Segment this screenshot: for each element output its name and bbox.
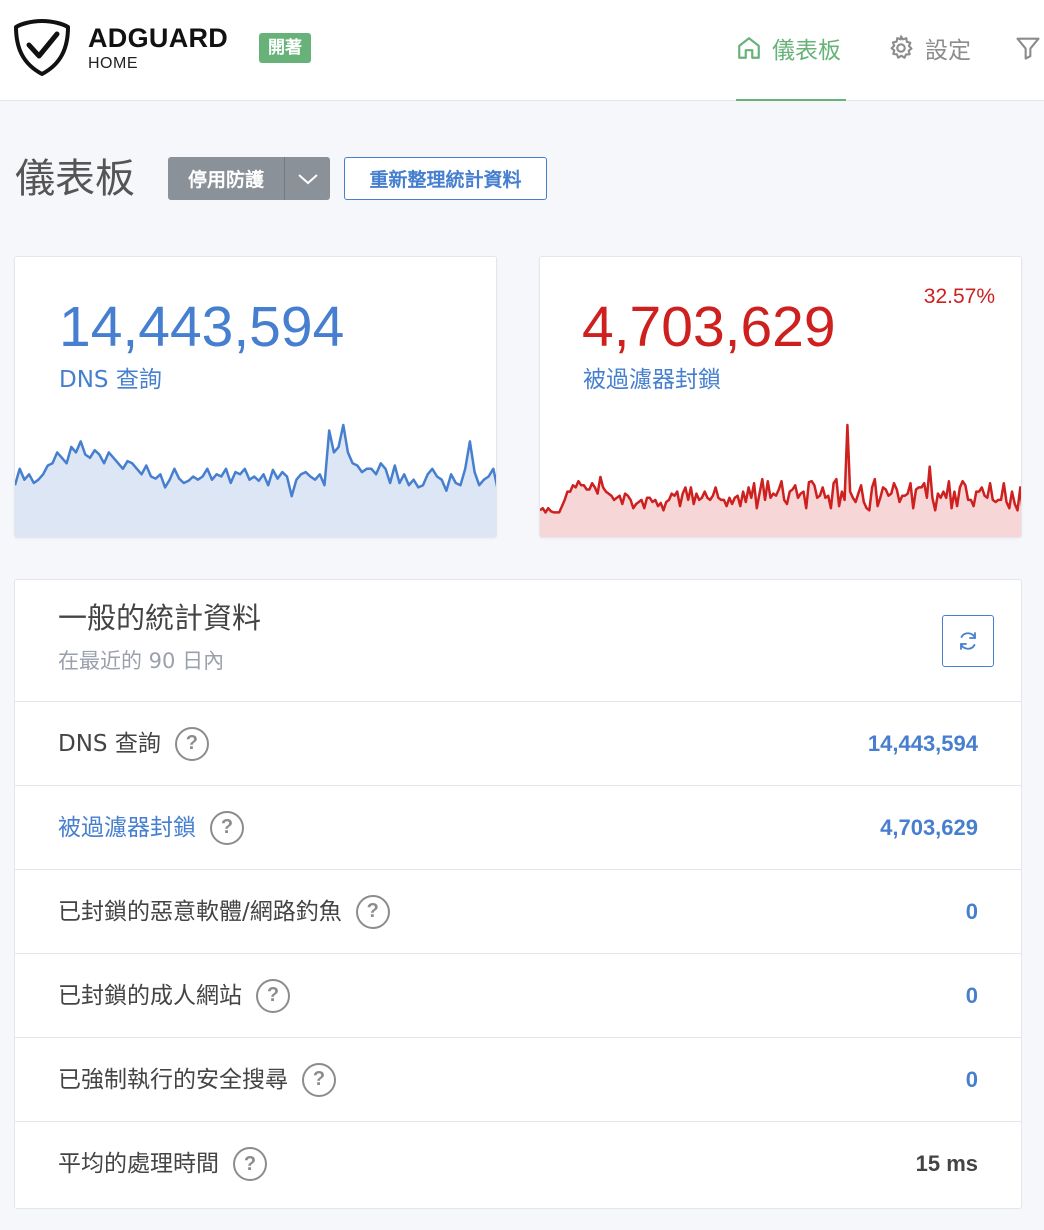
stats-row-blocked-by-filters: 被過濾器封鎖 ? 4,703,629 [15,786,1021,870]
stats-row-label: DNS 查詢 [58,730,161,757]
stats-row-dns-queries: DNS 查詢 ? 14,443,594 [15,702,1021,786]
stats-row-label-link[interactable]: 被過濾器封鎖 [58,813,196,843]
refresh-statistics-button[interactable]: 重新整理統計資料 [344,157,547,200]
gear-icon [890,35,913,59]
nav-dashboard[interactable]: 儀表板 [736,30,841,66]
nav-active-indicator [736,99,846,101]
general-statistics-title: 一般的統計資料 [58,601,262,635]
general-statistics-panel: 一般的統計資料 在最近的 90 日內 DNS 查詢 ? 14,443,594 被… [14,579,1022,1209]
nav-settings[interactable]: 設定 [887,30,971,66]
disable-protection-button[interactable]: 停用防護 [168,157,330,200]
nav-filters[interactable] [1014,30,1044,66]
dns-queries-count: 14,443,594 [59,295,345,359]
general-statistics-subtitle: 在最近的 90 日內 [58,649,225,673]
nav-settings-label: 設定 [925,38,971,64]
stats-row-label: 已封鎖的惡意軟體/網路釣魚 [58,898,342,925]
stats-row-value: 4,703,629 [880,814,978,840]
dns-queries-card: 14,443,594 DNS 查詢 [14,256,497,538]
help-icon[interactable]: ? [210,810,244,845]
stats-row-value: 14,443,594 [867,730,978,756]
brand-subtitle: HOME [88,55,138,72]
blocked-sparkline [540,423,1021,537]
stats-row-avg-processing-time: 平均的處理時間 ? 15 ms [15,1122,1021,1206]
stats-row-value: 0 [965,1066,978,1092]
disable-protection-label[interactable]: 停用防護 [168,157,285,200]
blocked-percentage: 32.57% [923,285,995,308]
general-statistics-header: 一般的統計資料 在最近的 90 日內 [15,580,1021,702]
blocked-by-filters-card: 32.57% 4,703,629 被過濾器封鎖 [539,256,1022,538]
protection-dropdown-toggle[interactable] [285,157,330,200]
dns-queries-label[interactable]: DNS 查詢 [59,365,162,395]
stats-row-malware-phishing: 已封鎖的惡意軟體/網路釣魚 ? 0 [15,870,1021,954]
chevron-down-icon [297,173,318,184]
stats-row-label: 平均的處理時間 [58,1151,219,1177]
blocked-count: 4,703,629 [582,295,836,359]
blocked-label[interactable]: 被過濾器封鎖 [583,365,721,395]
stats-row-value: 0 [965,982,978,1008]
stats-row-safe-search: 已強制執行的安全搜尋 ? 0 [15,1038,1021,1122]
help-icon[interactable]: ? [256,978,290,1013]
refresh-icon [960,632,976,650]
stats-row-label: 已封鎖的成人網站 [58,982,242,1009]
stats-row-value: 0 [965,898,978,924]
top-header: ADGUARD HOME 開著 儀表板 設定 [0,0,1044,101]
stats-row-adult-sites: 已封鎖的成人網站 ? 0 [15,954,1021,1038]
refresh-general-stats-button[interactable] [942,615,994,667]
filter-icon [1016,37,1040,60]
help-icon[interactable]: ? [355,894,390,929]
help-icon[interactable]: ? [174,726,209,761]
dns-queries-sparkline [15,423,496,537]
help-icon[interactable]: ? [302,1062,336,1097]
nav-dashboard-label: 儀表板 [772,38,841,64]
brand-title: ADGUARD [88,23,229,53]
stats-row-value: 15 ms [915,1151,978,1176]
adguard-shield-logo[interactable] [13,18,71,76]
home-icon [738,37,760,59]
page-title: 儀表板 [15,156,135,202]
help-icon[interactable]: ? [233,1147,267,1181]
protection-status-badge: 開著 [259,33,311,63]
stats-row-label: 已強制執行的安全搜尋 [58,1066,288,1093]
